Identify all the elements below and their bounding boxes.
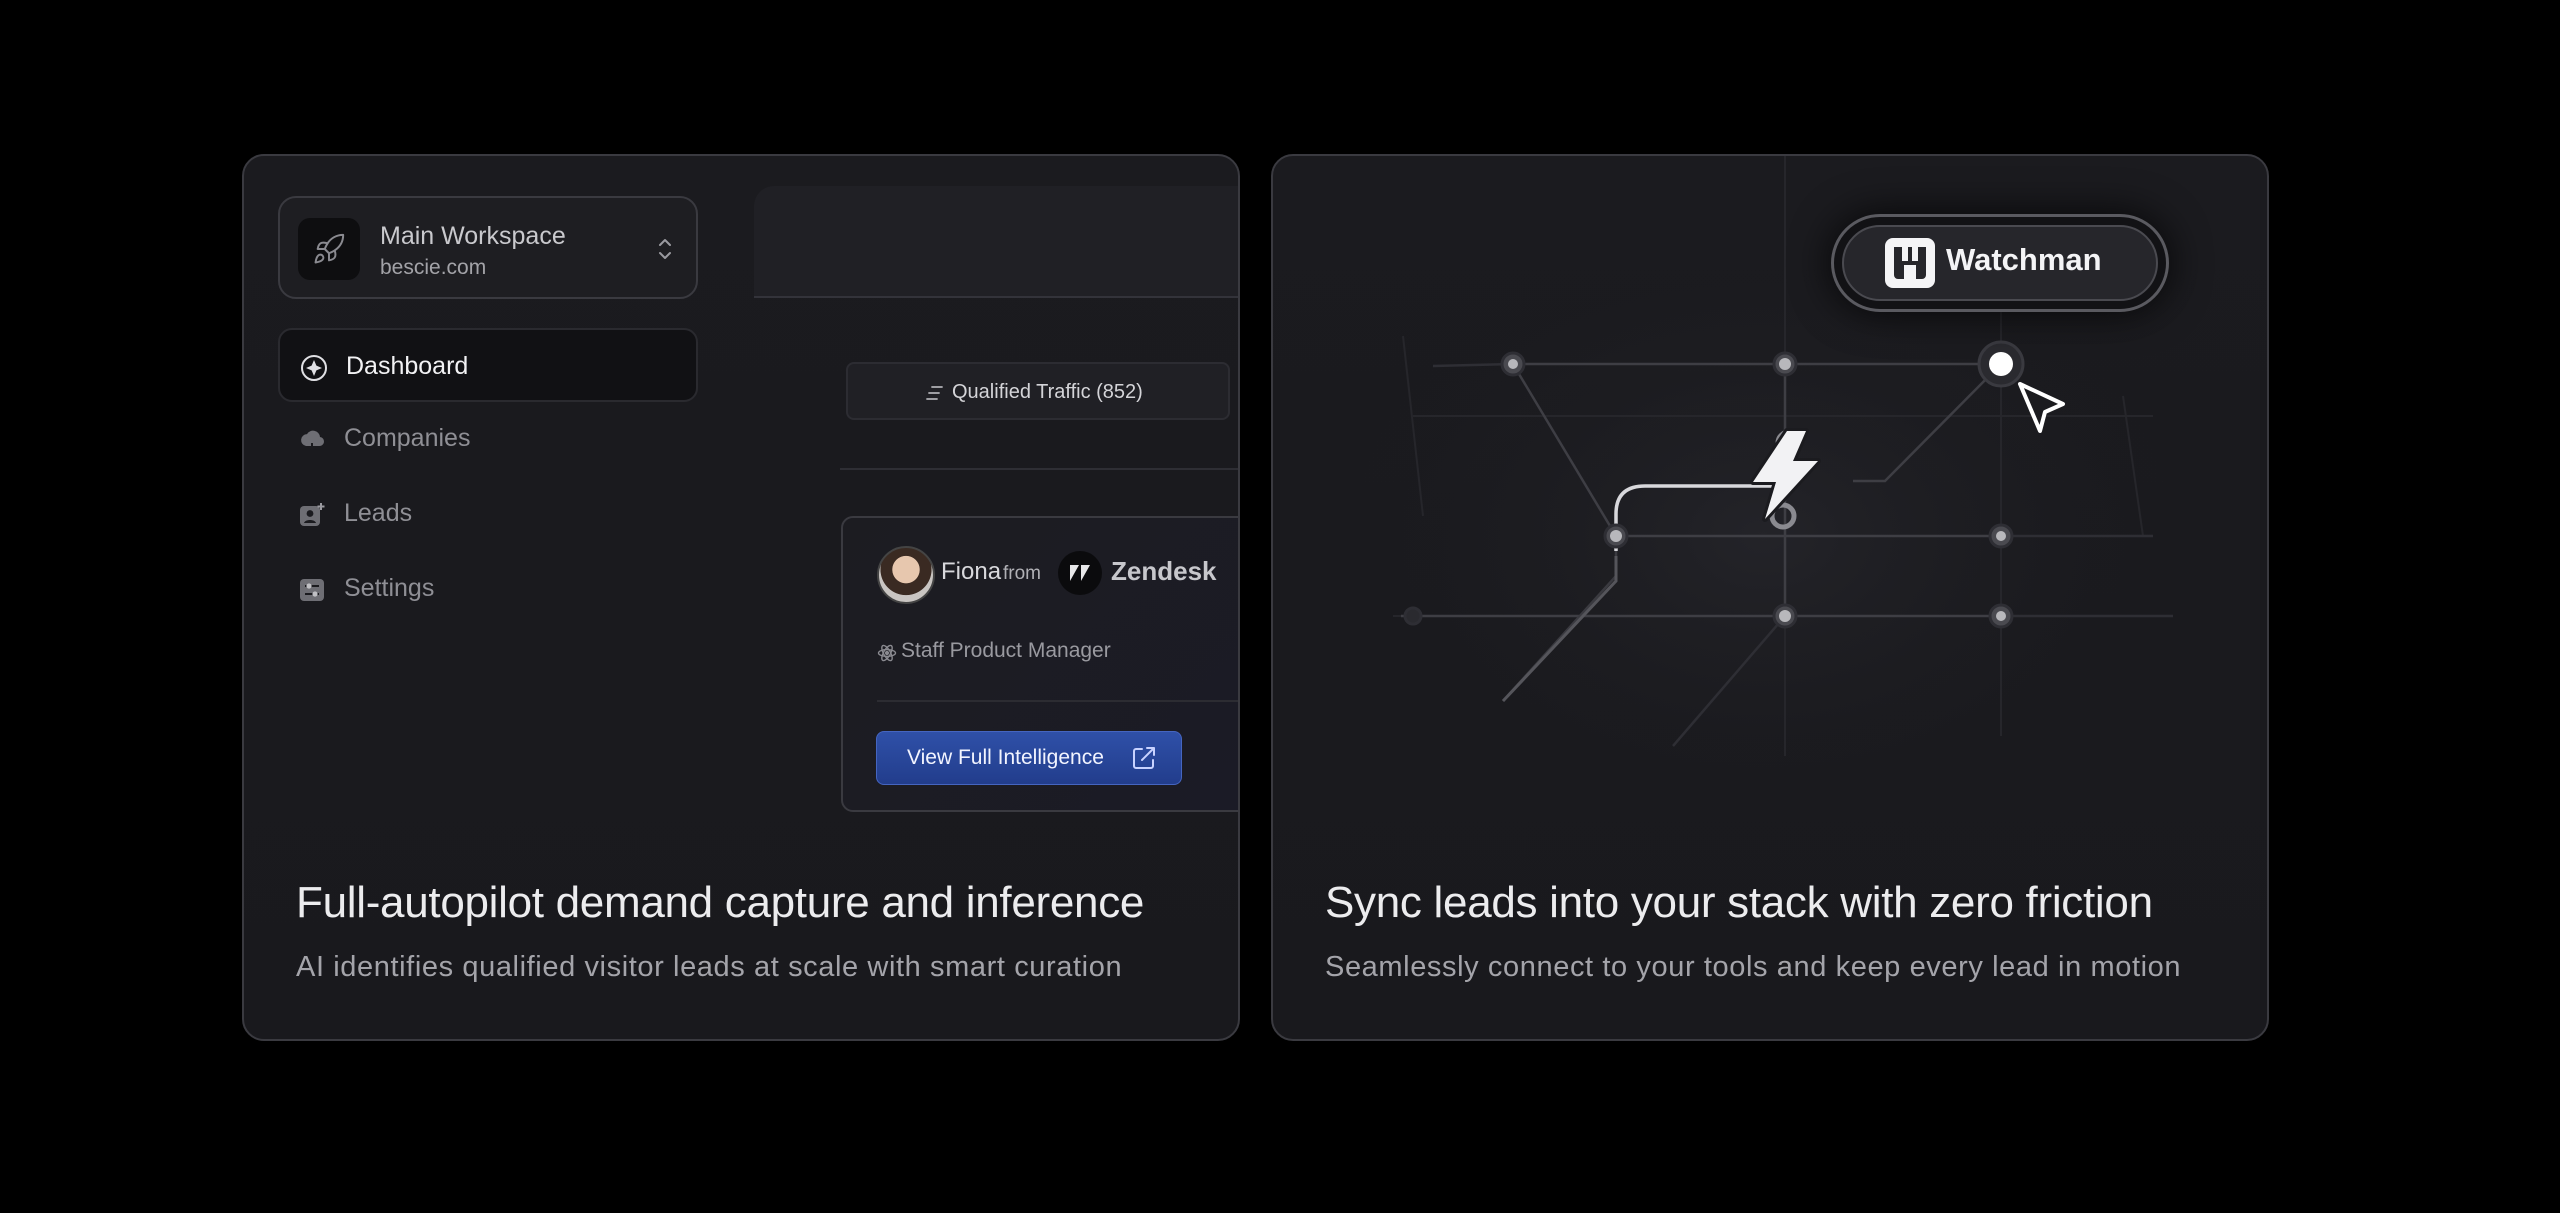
view-full-intelligence-button[interactable]: View Full Intelligence xyxy=(876,731,1182,785)
avatar xyxy=(877,546,935,604)
feature-subheading: Seamlessly connect to your tools and kee… xyxy=(1325,951,2182,983)
app-topbar xyxy=(754,186,1238,298)
tab-qualified-traffic[interactable]: Qualified Traffic (852) xyxy=(846,362,1230,420)
feature-card-sync: Watchman Sync leads into your stack with… xyxy=(1271,154,2269,1041)
rocket-icon xyxy=(298,218,360,280)
sliders-icon xyxy=(300,579,324,601)
filter-lines-icon xyxy=(926,386,943,400)
sidebar-item-leads[interactable]: Leads xyxy=(278,477,698,551)
watchman-integration-badge[interactable]: Watchman xyxy=(1831,214,2169,312)
sidebar-item-label: Leads xyxy=(344,499,413,527)
divider xyxy=(840,468,1238,470)
compass-icon xyxy=(301,355,327,381)
brand-name: Watchman xyxy=(1946,242,2102,277)
sidebar-item-label: Settings xyxy=(344,574,435,602)
external-link-icon xyxy=(1133,747,1155,769)
lead-from-text: from xyxy=(1003,563,1041,584)
chevron-updown-icon xyxy=(659,239,671,259)
sidebar-item-settings[interactable]: Settings xyxy=(278,552,698,626)
tab-label: Qualified Traffic (852) xyxy=(952,381,1143,403)
lead-card: Fiona from Zendesk Staff Product Manager… xyxy=(841,516,1238,812)
sidebar-item-companies[interactable]: Companies xyxy=(278,402,698,476)
feature-subheading: AI identifies qualified visitor leads at… xyxy=(296,951,1123,983)
watchman-logo-icon xyxy=(1885,238,1935,288)
workspace-domain: bescie.com xyxy=(380,256,487,279)
sidebar-item-label: Companies xyxy=(344,424,471,452)
atom-icon xyxy=(877,644,897,662)
feature-heading: Sync leads into your stack with zero fri… xyxy=(1325,878,2153,927)
lead-name: Fiona xyxy=(941,558,1002,585)
workspace-switcher[interactable]: Main Workspace bescie.com xyxy=(278,196,698,299)
user-add-icon xyxy=(300,503,325,526)
lead-role: Staff Product Manager xyxy=(901,639,1111,662)
button-label: View Full Intelligence xyxy=(907,746,1104,769)
feature-card-autopilot: Main Workspace bescie.com Dashboard Comp… xyxy=(242,154,1240,1041)
zendesk-logo-icon xyxy=(1058,551,1102,595)
cloud-icon xyxy=(301,430,325,452)
workspace-name: Main Workspace xyxy=(380,222,566,250)
sidebar-item-label: Dashboard xyxy=(346,352,469,380)
feature-heading: Full-autopilot demand capture and infere… xyxy=(296,878,1145,927)
company-name: Zendesk xyxy=(1111,556,1217,586)
sidebar-item-dashboard[interactable]: Dashboard xyxy=(278,328,698,402)
divider xyxy=(877,700,1238,702)
